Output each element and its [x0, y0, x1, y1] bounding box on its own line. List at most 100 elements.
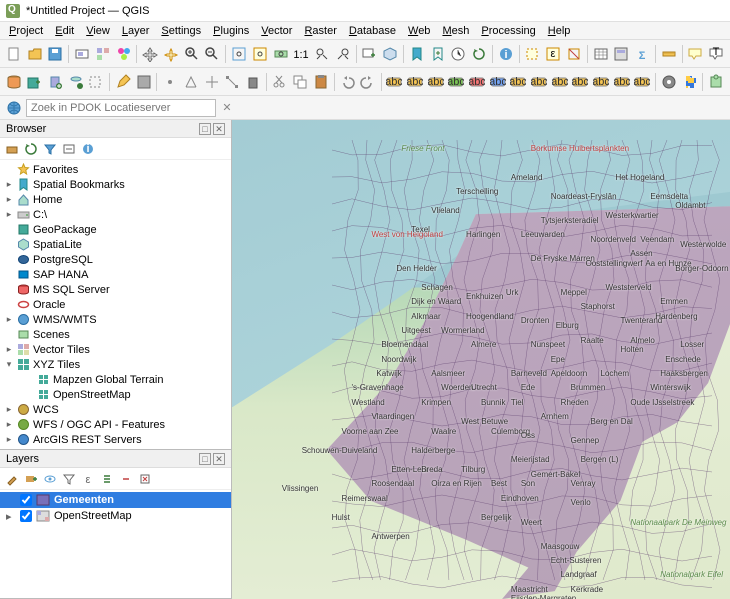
layer-visibility-checkbox[interactable] — [20, 494, 32, 506]
label-btn-10[interactable]: abc — [591, 71, 611, 93]
browser-item-scenes[interactable]: Scenes — [0, 327, 231, 342]
new-3d-view-icon[interactable] — [380, 43, 400, 65]
menu-mesh[interactable]: Mesh — [437, 24, 474, 38]
zoom-in-icon[interactable] — [182, 43, 202, 65]
layer-gemeenten[interactable]: Gemeenten — [0, 492, 231, 508]
menu-view[interactable]: View — [81, 24, 115, 38]
browser-item-wcs[interactable]: ▸WCS — [0, 402, 231, 417]
field-calc-icon[interactable] — [611, 43, 631, 65]
select-value-icon[interactable]: ε — [543, 43, 563, 65]
layer-visibility-checkbox[interactable] — [20, 510, 32, 522]
layer-openstreetmap[interactable]: ▸OpenStreetMap — [0, 508, 231, 524]
zoom-native-icon[interactable]: 1:1 — [291, 43, 311, 65]
browser-item-oracle[interactable]: Oracle — [0, 297, 231, 312]
zoom-selection-icon[interactable] — [250, 43, 270, 65]
browser-item-favorites[interactable]: Favorites — [0, 162, 231, 177]
label-btn-8[interactable]: abc — [550, 71, 570, 93]
expression-filter-icon[interactable]: ε — [80, 471, 96, 487]
new-virtual-icon[interactable] — [87, 71, 107, 93]
zoom-full-icon[interactable] — [229, 43, 249, 65]
add-feature-icon[interactable] — [160, 71, 180, 93]
label-btn-5[interactable]: abc — [488, 71, 508, 93]
menu-raster[interactable]: Raster — [299, 24, 341, 38]
maptips-icon[interactable] — [685, 43, 705, 65]
attribute-table-icon[interactable] — [591, 43, 611, 65]
new-shapefile-icon[interactable] — [45, 71, 65, 93]
browser-item-arcgis-rest-servers[interactable]: ▸ArcGIS REST Servers — [0, 432, 231, 447]
browser-item-wfs-ogc-api-features[interactable]: ▸WFS / OGC API - Features — [0, 417, 231, 432]
layers-tree[interactable]: Gemeenten▸OpenStreetMap — [0, 490, 231, 598]
browser-item-mapzen-global-terrain[interactable]: Mapzen Global Terrain — [0, 372, 231, 387]
zoom-out-icon[interactable] — [203, 43, 223, 65]
collapse-all-icon[interactable] — [118, 471, 134, 487]
label-btn-11[interactable]: abc — [612, 71, 632, 93]
delete-selected-icon[interactable] — [243, 71, 263, 93]
add-layer-icon[interactable] — [4, 141, 20, 157]
add-group-icon[interactable] — [23, 471, 39, 487]
label-btn-4[interactable]: abc — [467, 71, 487, 93]
panel-close-icon[interactable]: ✕ — [213, 453, 225, 465]
data-source-icon[interactable] — [4, 71, 24, 93]
select-rect-icon[interactable] — [522, 43, 542, 65]
collapse-all-icon[interactable] — [61, 141, 77, 157]
undo-icon[interactable] — [337, 71, 357, 93]
filter-icon[interactable] — [42, 141, 58, 157]
label-btn-3[interactable]: abc — [447, 71, 467, 93]
browser-item-spatial-bookmarks[interactable]: ▸Spatial Bookmarks — [0, 177, 231, 192]
panel-close-icon[interactable]: ✕ — [213, 123, 225, 135]
deselect-icon[interactable] — [564, 43, 584, 65]
zoom-last-icon[interactable] — [312, 43, 332, 65]
menu-vector[interactable]: Vector — [256, 24, 297, 38]
menu-help[interactable]: Help — [543, 24, 576, 38]
menu-bar[interactable]: ProjectEditViewLayerSettingsPluginsVecto… — [0, 22, 730, 40]
paste-icon[interactable] — [311, 71, 331, 93]
zoom-layer-icon[interactable] — [271, 43, 291, 65]
identify-icon[interactable]: i — [496, 43, 516, 65]
label-btn-6[interactable]: abc — [509, 71, 529, 93]
label-btn-1[interactable]: abc — [405, 71, 425, 93]
refresh-icon[interactable] — [469, 43, 489, 65]
panel-undock-icon[interactable]: □ — [199, 123, 211, 135]
redo-icon[interactable] — [358, 71, 378, 93]
bookmark-new-icon[interactable] — [428, 43, 448, 65]
save-project-icon[interactable] — [46, 43, 66, 65]
move-feature-icon[interactable] — [202, 71, 222, 93]
browser-item-sap-hana[interactable]: SAP HANA — [0, 267, 231, 282]
label-btn-9[interactable]: abc — [571, 71, 591, 93]
cut-icon[interactable] — [270, 71, 290, 93]
locator-input[interactable] — [26, 99, 216, 117]
toolbox-icon[interactable] — [659, 71, 679, 93]
expand-all-icon[interactable] — [99, 471, 115, 487]
digitize-shape-icon[interactable] — [181, 71, 201, 93]
temporal-icon[interactable] — [448, 43, 468, 65]
browser-item-geopackage[interactable]: GeoPackage — [0, 222, 231, 237]
open-project-icon[interactable] — [25, 43, 45, 65]
new-spatialite-icon[interactable] — [66, 71, 86, 93]
label-btn-2[interactable]: abc — [426, 71, 446, 93]
menu-processing[interactable]: Processing — [476, 24, 540, 38]
browser-item-vector-tiles[interactable]: ▸Vector Tiles — [0, 342, 231, 357]
browser-item-openstreetmap[interactable]: OpenStreetMap — [0, 387, 231, 402]
menu-web[interactable]: Web — [403, 24, 435, 38]
pan-selection-icon[interactable] — [161, 43, 181, 65]
browser-item-c-[interactable]: ▸C:\ — [0, 207, 231, 222]
browser-item-home[interactable]: ▸Home — [0, 192, 231, 207]
print-layout-icon[interactable] — [72, 43, 92, 65]
zoom-next-icon[interactable] — [333, 43, 353, 65]
browser-item-spatialite[interactable]: SpatiaLite — [0, 237, 231, 252]
menu-project[interactable]: Project — [4, 24, 48, 38]
remove-layer-icon[interactable] — [137, 471, 153, 487]
measure-icon[interactable] — [659, 43, 679, 65]
annotation-icon[interactable]: T — [706, 43, 726, 65]
plugins-icon[interactable] — [706, 71, 726, 93]
vertex-tool-icon[interactable] — [222, 71, 242, 93]
menu-edit[interactable]: Edit — [50, 24, 79, 38]
properties-icon[interactable]: i — [80, 141, 96, 157]
menu-layer[interactable]: Layer — [117, 24, 155, 38]
layout-manager-icon[interactable] — [93, 43, 113, 65]
label-btn-7[interactable]: abc — [529, 71, 549, 93]
browser-item-xyz-tiles[interactable]: ▾XYZ Tiles — [0, 357, 231, 372]
browser-item-ms-sql-server[interactable]: MS SQL Server — [0, 282, 231, 297]
new-map-view-icon[interactable] — [360, 43, 380, 65]
edit-toggle-icon[interactable] — [113, 71, 133, 93]
